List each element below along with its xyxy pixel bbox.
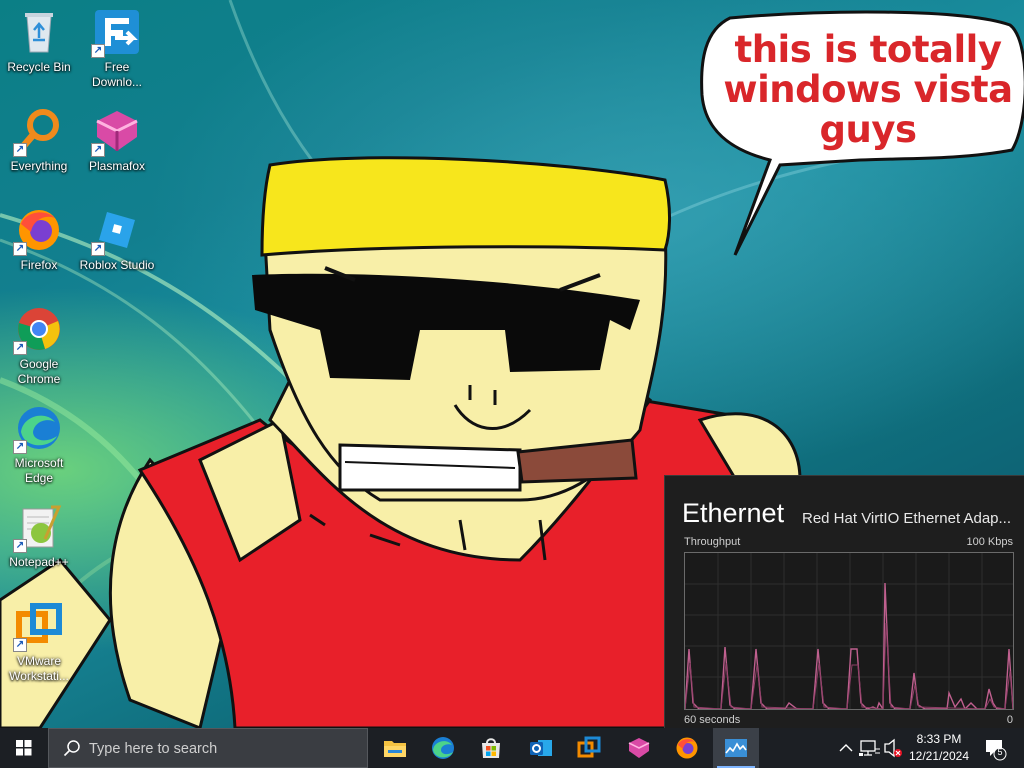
clock-date: 12/21/2024 — [908, 749, 970, 763]
shortcut-arrow-icon: ↗ — [13, 638, 27, 652]
task-manager-ethernet-panel[interactable]: Ethernet Red Hat VirtIO Ethernet Adap...… — [664, 475, 1024, 728]
vmware-icon — [577, 736, 601, 758]
volume-tray-button[interactable] — [882, 728, 904, 768]
notification-icon — [986, 740, 1007, 761]
taskbar-app-file-explorer[interactable] — [372, 728, 418, 768]
graph-min-value: 0 — [1006, 714, 1013, 726]
firefox-icon — [676, 737, 698, 759]
recycle-bin-icon — [15, 8, 63, 56]
speech-bubble-text: this is totally windows vista guys — [723, 28, 1013, 151]
start-button[interactable] — [0, 728, 48, 768]
shortcut-arrow-icon: ↗ — [13, 143, 27, 157]
chrome-icon: ↗ — [13, 305, 63, 355]
volume-muted-icon — [884, 738, 902, 758]
graph-time-span: 60 seconds — [684, 714, 741, 726]
free-download-manager-icon: ↗ — [91, 8, 141, 58]
search-icon — [63, 740, 80, 757]
task-manager-icon — [725, 739, 747, 757]
taskbar-search-box[interactable]: Type here to search — [48, 728, 368, 768]
edge-icon — [432, 737, 454, 759]
taskbar-app-task-manager[interactable] — [713, 728, 759, 768]
file-explorer-icon — [384, 741, 406, 757]
shortcut-arrow-icon: ↗ — [13, 242, 27, 256]
desktop-icon-label: Free Downlo... — [91, 60, 143, 89]
desktop-icon-microsoft-edge[interactable]: ↗ Microsoft Edge — [1, 404, 77, 486]
store-icon — [482, 738, 500, 758]
desktop-icon-recycle-bin[interactable]: Recycle Bin — [1, 8, 77, 75]
plasmafox-icon: ↗ — [91, 107, 141, 157]
clock-time: 8:33 PM — [916, 732, 962, 746]
throughput-graph-canvas — [684, 553, 1014, 712]
vmware-workstation-icon: ↗ — [13, 602, 63, 652]
search-placeholder: Type here to search — [89, 741, 218, 757]
desktop-icon-everything[interactable]: ↗ Everything — [1, 107, 77, 174]
notepad-plus-plus-icon: ↗ — [13, 503, 63, 553]
desktop-icon-label: Notepad++ — [9, 555, 69, 569]
shortcut-arrow-icon: ↗ — [91, 242, 105, 256]
shortcut-arrow-icon: ↗ — [91, 143, 105, 157]
network-disconnected-icon — [859, 740, 880, 756]
network-tray-button[interactable] — [858, 728, 882, 768]
taskbar-app-vmware[interactable] — [566, 728, 612, 768]
plasmafox-icon — [628, 738, 650, 758]
notification-center-button[interactable]: 5 — [980, 728, 1010, 768]
desktop-icon-label: Google Chrome — [17, 357, 61, 386]
taskbar-app-store[interactable] — [468, 728, 514, 768]
desktop-icon-label: Plasmafox — [88, 159, 146, 173]
edge-icon: ↗ — [13, 404, 63, 454]
taskbar-app-plasmafox[interactable] — [616, 728, 662, 768]
desktop-icon-label: Everything — [10, 159, 68, 173]
desktop-icon-roblox-studio[interactable]: ↗ Roblox Studio — [79, 206, 155, 273]
shortcut-arrow-icon: ↗ — [13, 440, 27, 454]
taskbar-app-outlook[interactable] — [518, 728, 564, 768]
firefox-icon: ↗ — [13, 206, 63, 256]
desktop-icon-label: Firefox — [20, 258, 58, 272]
shortcut-arrow-icon: ↗ — [91, 44, 105, 58]
desktop-icon-free-download-manager[interactable]: ↗ Free Downlo... — [79, 8, 155, 90]
desktop-icon-plasmafox[interactable]: ↗ Plasmafox — [79, 107, 155, 174]
adapter-name: Red Hat VirtIO Ethernet Adap... — [802, 510, 1012, 527]
everything-search-icon: ↗ — [13, 107, 63, 157]
desktop-icon-label: VMware Workstati... — [9, 654, 69, 683]
taskbar-app-firefox[interactable] — [664, 728, 710, 768]
desktop-icon-firefox[interactable]: ↗ Firefox — [1, 206, 77, 273]
windows-logo-icon — [16, 740, 32, 756]
desktop-icon-google-chrome[interactable]: ↗ Google Chrome — [1, 305, 77, 387]
desktop-icon-label: Microsoft Edge — [14, 456, 64, 485]
throughput-graph — [684, 552, 1014, 712]
chevron-up-icon — [839, 744, 853, 752]
desktop-icon-label: Recycle Bin — [7, 60, 71, 74]
notification-count: 5 — [997, 747, 1003, 757]
taskbar-clock[interactable]: 8:33 PM 12/21/2024 — [902, 731, 976, 765]
graph-max-value: 100 Kbps — [966, 536, 1013, 548]
desktop-icon-vmware-workstation[interactable]: ↗ VMware Workstati... — [1, 602, 77, 684]
outlook-icon — [530, 740, 552, 756]
panel-title: Ethernet — [682, 498, 785, 528]
desktop-icon-label: Roblox Studio — [79, 258, 155, 272]
taskbar-app-edge[interactable] — [420, 728, 466, 768]
shortcut-arrow-icon: ↗ — [13, 341, 27, 355]
taskbar: Type here to search 8:33 PM 12/21/2024 5 — [0, 728, 1024, 768]
show-hidden-icons-button[interactable] — [836, 728, 856, 768]
graph-label: Throughput — [684, 536, 741, 548]
roblox-studio-icon: ↗ — [91, 206, 141, 256]
shortcut-arrow-icon: ↗ — [13, 539, 27, 553]
desktop-icon-notepad-plus-plus[interactable]: ↗ Notepad++ — [1, 503, 77, 570]
